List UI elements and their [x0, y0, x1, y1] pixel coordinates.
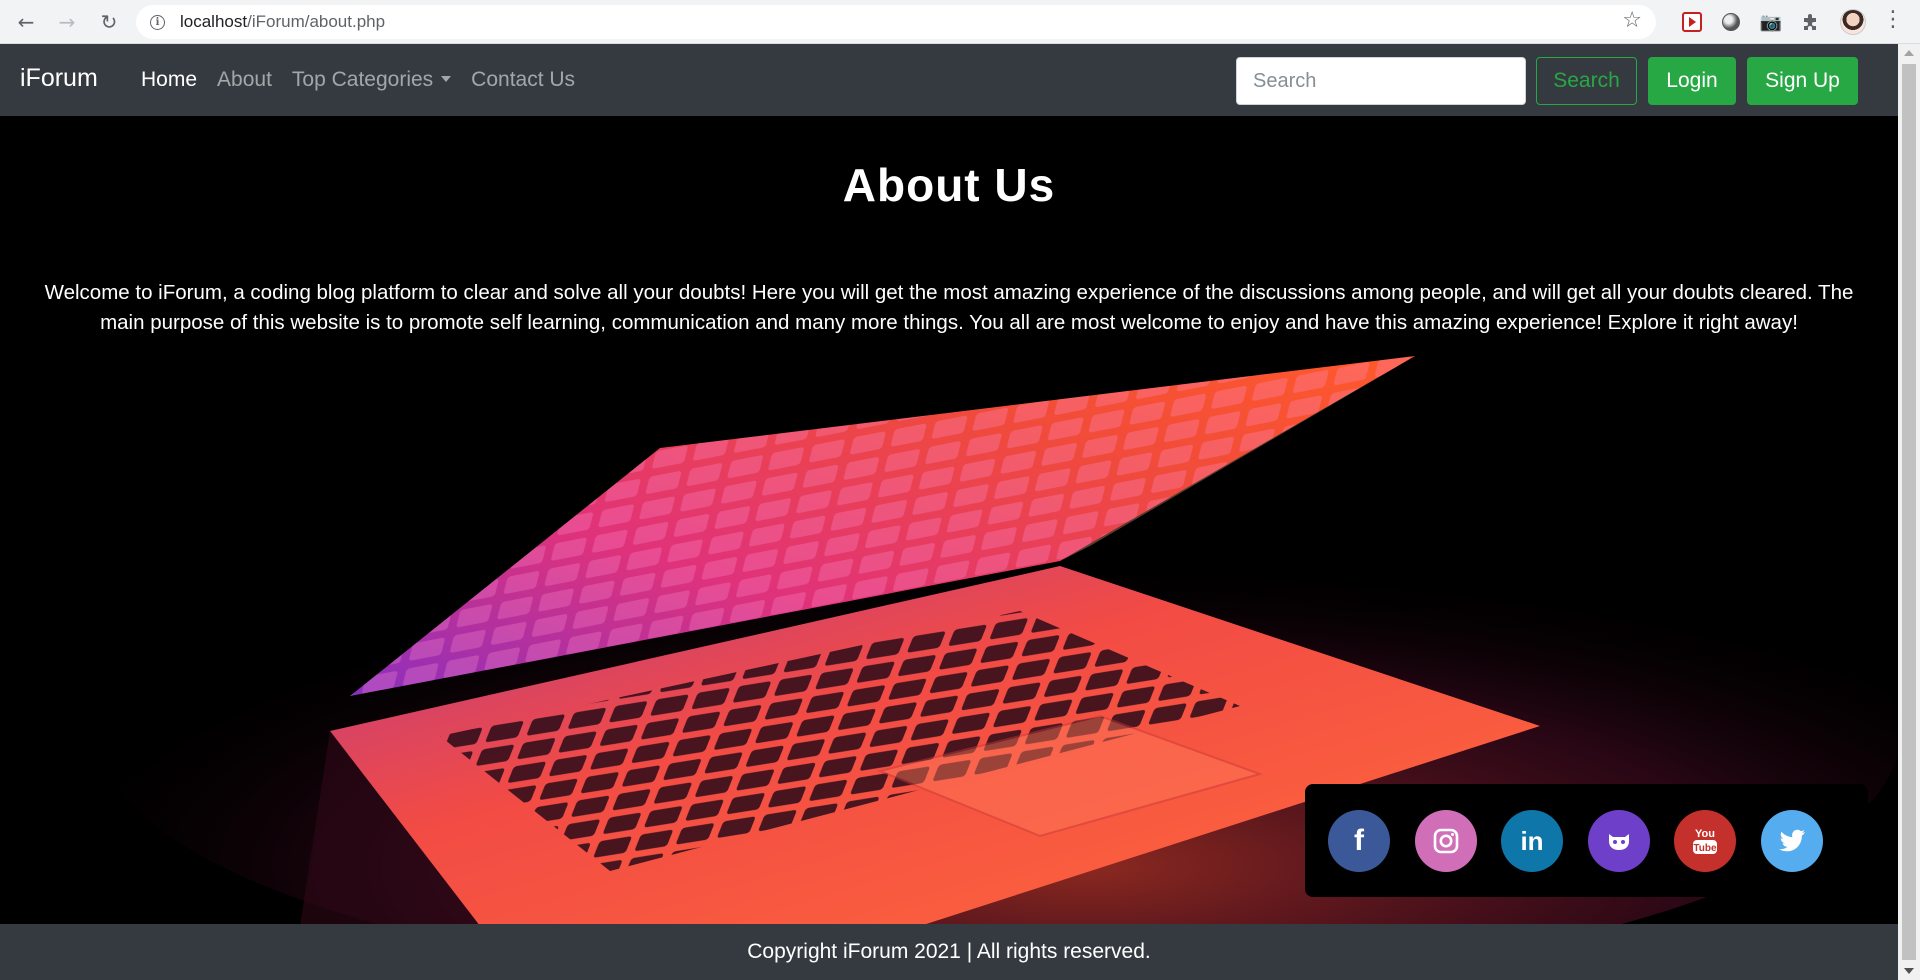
page: iForum Home About Top Categories Contact… — [0, 44, 1898, 980]
forward-arrow-icon[interactable]: → — [53, 8, 81, 36]
github-icon[interactable] — [1588, 810, 1650, 872]
reload-icon[interactable]: ↻ — [95, 8, 123, 36]
puzzle-extensions-icon[interactable] — [1799, 10, 1823, 34]
bookmark-star-icon[interactable]: ☆ — [1622, 8, 1642, 33]
browser-toolbar: ← → ↻ i localhost/iForum/about.php ☆ 📷 ⋮ — [0, 0, 1920, 44]
site-footer: Copyright iForum 2021 | All rights reser… — [0, 924, 1898, 980]
scroll-up-arrow-icon[interactable] — [1904, 50, 1914, 56]
youtube-icon[interactable]: You Tube — [1674, 810, 1736, 872]
instagram-icon[interactable] — [1415, 810, 1477, 872]
address-bar[interactable]: i localhost/iForum/about.php ☆ — [136, 5, 1656, 39]
scrollbar-thumb[interactable] — [1902, 64, 1916, 960]
video-extension-icon[interactable] — [1680, 10, 1704, 34]
profile-avatar[interactable] — [1840, 9, 1866, 35]
facebook-icon[interactable]: f — [1328, 810, 1390, 872]
info-icon[interactable]: i — [150, 14, 165, 30]
linkedin-icon[interactable]: in — [1501, 810, 1563, 872]
search-input[interactable] — [1236, 57, 1526, 105]
nav-home[interactable]: Home — [141, 68, 197, 92]
nav-links: Home About Top Categories Contact Us — [141, 68, 595, 92]
circle-extension-icon[interactable] — [1719, 10, 1743, 34]
twitter-icon[interactable] — [1761, 810, 1823, 872]
signup-button[interactable]: Sign Up — [1747, 57, 1858, 105]
back-arrow-icon[interactable]: ← — [12, 8, 40, 36]
brand-logo[interactable]: iForum — [20, 64, 98, 93]
nav-top-categories[interactable]: Top Categories — [291, 68, 452, 92]
social-links: f in You Tube — [1305, 784, 1868, 897]
vertical-scrollbar[interactable] — [1898, 44, 1920, 980]
login-button[interactable]: Login — [1648, 57, 1736, 105]
about-hero: About Us Welcome to iForum, a coding blo… — [0, 116, 1898, 924]
scroll-down-arrow-icon[interactable] — [1904, 968, 1914, 974]
svg-text:You: You — [1695, 828, 1715, 840]
nav-about[interactable]: About — [217, 68, 272, 92]
about-description: Welcome to iForum, a coding blog platfor… — [44, 281, 1854, 334]
chevron-down-icon — [441, 76, 452, 82]
search-button[interactable]: Search — [1536, 57, 1637, 105]
url-text: localhost/iForum/about.php — [180, 12, 386, 31]
svg-text:Tube: Tube — [1693, 843, 1717, 854]
nav-top-categories-label: Top Categories — [291, 68, 434, 91]
page-title: About Us — [842, 159, 1056, 211]
site-navbar: iForum Home About Top Categories Contact… — [0, 44, 1898, 116]
camera-icon[interactable]: 📷 — [1759, 10, 1783, 34]
nav-contact-us[interactable]: Contact Us — [471, 68, 575, 92]
browser-menu-icon[interactable]: ⋮ — [1882, 8, 1904, 32]
